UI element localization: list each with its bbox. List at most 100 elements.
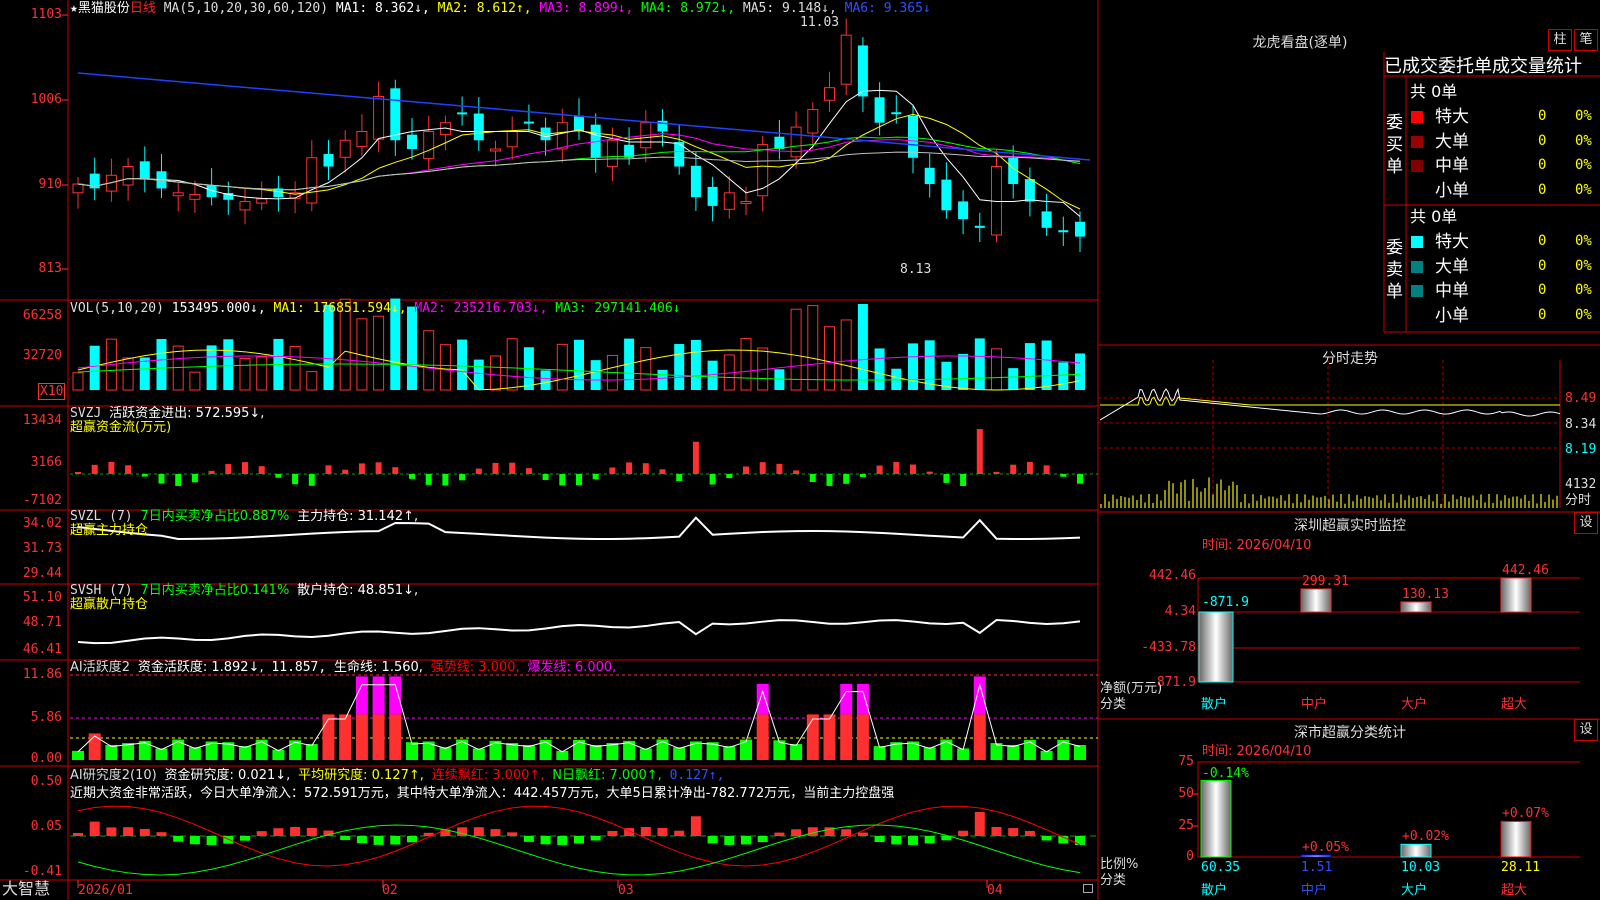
svzl-label: SVZL (7)	[70, 509, 133, 524]
sell-pct-1: 0%	[1575, 257, 1592, 274]
volume-bar	[674, 344, 685, 390]
price-low-mark: 8.13	[900, 262, 932, 277]
monitor-axis-3: -433.78	[1141, 640, 1196, 655]
class-bar	[1300, 854, 1332, 858]
ai-research-bar	[373, 836, 384, 845]
svzj-bar	[843, 474, 850, 484]
ma5-value: MA5: 9.148↓,	[742, 1, 837, 16]
sell-qty-1: 0	[1538, 257, 1547, 274]
buy-name-2: 中单	[1435, 156, 1469, 176]
svzj-bar	[191, 474, 198, 483]
pillar-button[interactable]: 柱	[1548, 29, 1572, 51]
class-value-0: 60.35	[1201, 860, 1241, 875]
lock-icon[interactable]	[1083, 884, 1093, 893]
candle-down	[1024, 179, 1035, 202]
vol-ma2: MA2: 235216.703↓,	[414, 301, 548, 316]
monitor-bar	[1400, 601, 1432, 613]
ma120-line	[77, 72, 1091, 161]
volume-bar	[1008, 368, 1019, 390]
ai-research-bar	[590, 836, 601, 841]
monitor-category-1: 中户	[1301, 697, 1328, 712]
volume-bar	[807, 305, 819, 391]
chart-canvas[interactable]	[0, 0, 1600, 900]
ai-research-bar	[206, 836, 217, 845]
volume-bar	[306, 371, 318, 391]
period-label[interactable]: 日线	[130, 1, 156, 16]
svzj-bar	[1043, 465, 1050, 474]
vol-value: 153495.000↓,	[171, 301, 266, 316]
buy-total: 共 0单	[1410, 82, 1458, 101]
candle-up	[122, 166, 134, 186]
svzj-bar	[1060, 474, 1067, 477]
candle-up	[172, 192, 184, 197]
candle-down	[1075, 221, 1085, 237]
candle-up	[339, 139, 351, 158]
volume-bar	[139, 357, 150, 390]
volume-bar	[824, 326, 835, 391]
monitor-ylabel: 净额(万元)	[1100, 681, 1163, 696]
ts-axis-2: 8.34	[1565, 417, 1597, 432]
candle-down	[958, 201, 969, 220]
svzj-bar	[375, 462, 382, 474]
monitor-value-0: -871.9	[1202, 595, 1249, 610]
candle-up	[790, 126, 802, 158]
class-settings-button[interactable]: 设	[1574, 719, 1598, 741]
svsh-label: SVSH (7)	[70, 583, 133, 598]
ai-active-bar	[305, 743, 318, 760]
pen-button[interactable]: 笔	[1574, 29, 1598, 51]
svzj-bar	[425, 474, 432, 485]
candle-down	[857, 45, 868, 97]
svsh-axis-2: 48.71	[22, 615, 62, 630]
volume-bar	[206, 345, 217, 390]
svzl-axis-3: 29.44	[22, 566, 62, 581]
ma4-value: MA4: 8.972↓,	[641, 1, 736, 16]
volume-bar	[506, 338, 518, 391]
ai-research-bar	[340, 836, 351, 841]
monitor-category-2: 大户	[1401, 697, 1428, 712]
ai-research-bar	[240, 836, 250, 841]
ai-research-bar	[724, 836, 735, 845]
ai-research-bar	[106, 827, 117, 836]
candle-up	[506, 130, 518, 148]
buy-qty-1: 0	[1538, 132, 1547, 149]
ai-active-bar	[456, 739, 469, 760]
svzj-bar	[676, 474, 683, 482]
svzj-bar	[242, 462, 248, 474]
volume-bar	[958, 353, 969, 390]
monitor-settings-button[interactable]: 设	[1574, 512, 1598, 534]
svsh-axis-1: 51.10	[22, 590, 62, 605]
volume-bar	[540, 370, 551, 390]
svsh-header: SVSH (7) 7日内买卖净占比0.141% 散户持仓: 48.851↓,	[70, 583, 418, 598]
svzj-bar	[492, 462, 499, 474]
class-category-1: 中户	[1301, 883, 1328, 898]
ai-research-v3: 连续飘红: 3.000↑,	[431, 768, 545, 783]
buy-name-1: 大单	[1435, 131, 1469, 152]
candle-up	[423, 130, 435, 160]
class-time: 时间: 2026/04/10	[1202, 744, 1312, 759]
svzj-bar	[525, 468, 532, 474]
class-bar	[1400, 843, 1432, 858]
date-label-apr: 04	[987, 883, 1003, 898]
ai-research-v4: N日飘红: 7.000↑,	[552, 768, 662, 783]
ai-research-bar	[707, 836, 718, 844]
candle-down	[891, 112, 902, 115]
ts-axis-1: 8.49	[1565, 391, 1597, 406]
ai-research-bar	[974, 812, 985, 836]
buy-swatch-2	[1411, 160, 1423, 172]
ts-unit: 分时	[1565, 493, 1592, 508]
svzl-value: 7日内买卖净占比0.887%	[140, 509, 290, 524]
dragon-title: 龙虎看盘(逐单)	[1252, 35, 1348, 51]
class-axis-4: 0	[1186, 849, 1194, 864]
monitor-bar	[1300, 588, 1332, 613]
ai-research-bar	[674, 830, 685, 836]
sell-pct-2: 0%	[1575, 282, 1592, 298]
svzl-sub: 超赢主力持仓	[70, 523, 149, 538]
ai-active-bar	[1074, 745, 1086, 760]
volume-bar	[590, 360, 601, 390]
stock-name[interactable]: 黑猫股份	[78, 1, 130, 16]
buy-pct-3: 0%	[1575, 181, 1592, 198]
buy-qty-3: 0	[1538, 181, 1547, 198]
vol-ma3: MA3: 297141.406↓	[555, 301, 681, 316]
svzj-bar	[910, 464, 916, 474]
candle-down	[941, 179, 952, 211]
